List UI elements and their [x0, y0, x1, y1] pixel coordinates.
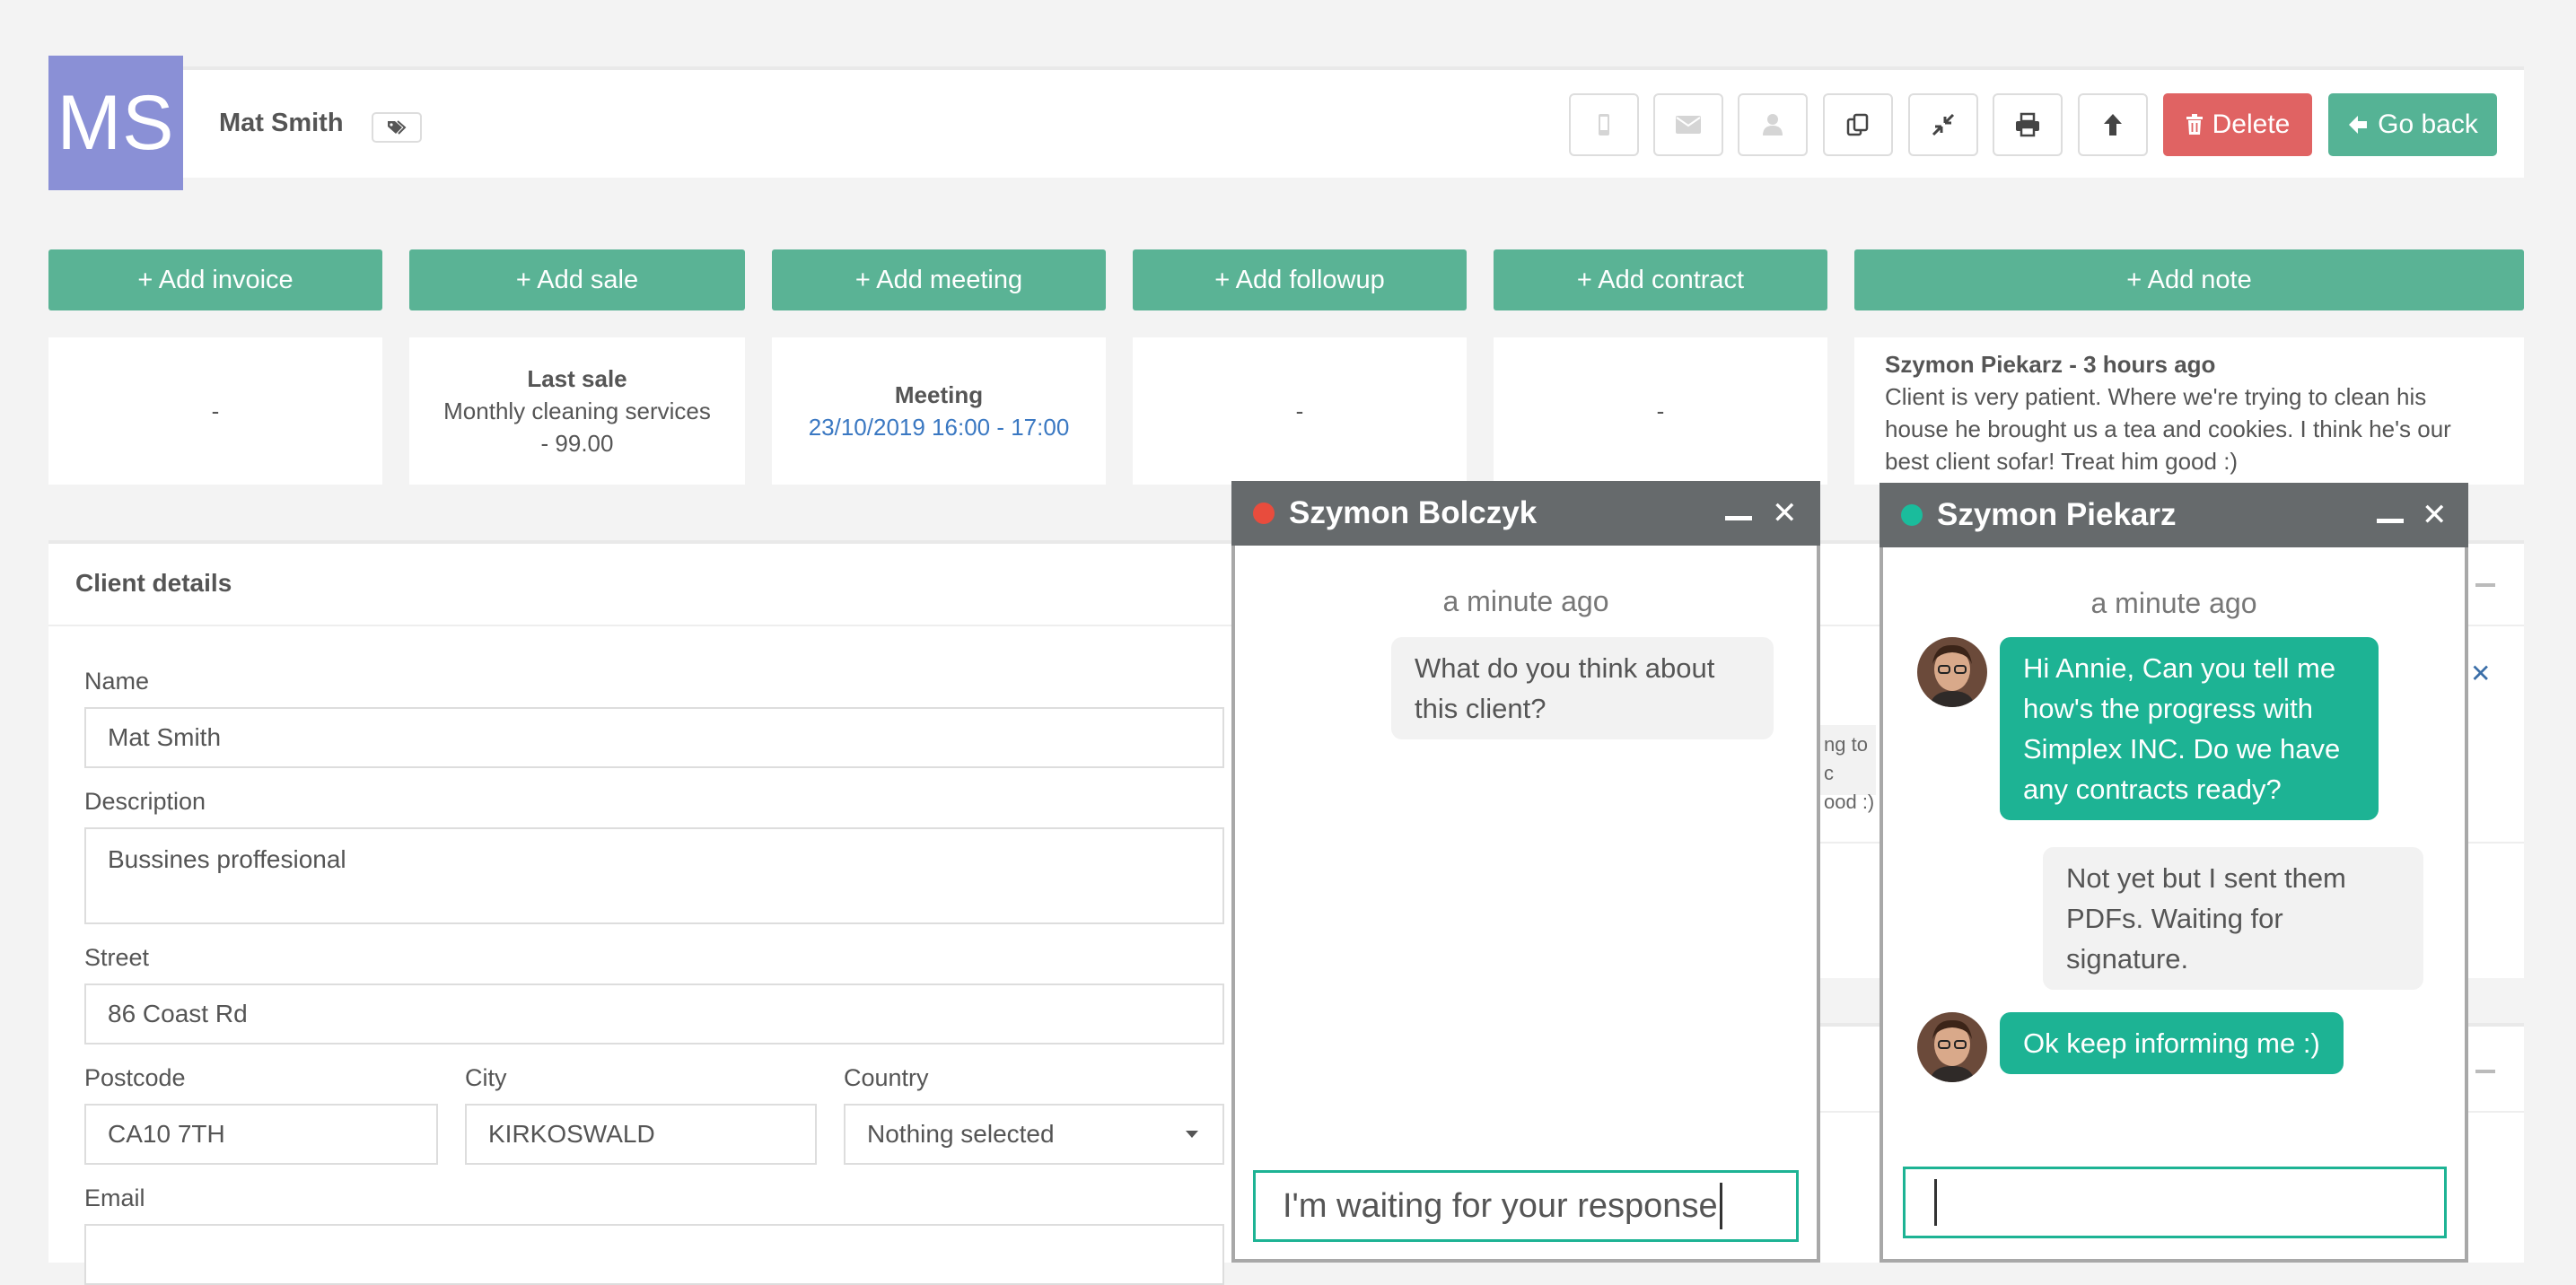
- name-label: Name: [84, 668, 150, 695]
- panel-collapse-icon[interactable]: [2475, 1070, 2495, 1073]
- delete-button[interactable]: Delete: [2163, 93, 2312, 156]
- chat-header[interactable]: Szymon Piekarz: [1879, 483, 2468, 547]
- panel-collapse-icon[interactable]: [2475, 583, 2495, 587]
- add-note-button[interactable]: + Add note: [1854, 249, 2524, 310]
- latest-note-card: Szymon Piekarz - 3 hours ago Client is v…: [1854, 337, 2524, 485]
- client-avatar: MS: [48, 56, 183, 190]
- add-meeting-button[interactable]: + Add meeting: [772, 249, 1106, 310]
- caret-down-icon: [1186, 1131, 1198, 1138]
- followup-summary-value: -: [1295, 398, 1304, 424]
- postcode-input[interactable]: CA10 7TH: [84, 1104, 438, 1165]
- chat-header[interactable]: Szymon Bolczyk: [1231, 481, 1820, 546]
- mobile-phone-icon: [1599, 114, 1609, 135]
- last-sale-title: Last sale: [527, 365, 627, 392]
- description-textarea[interactable]: Bussines proffesional: [84, 827, 1224, 924]
- street-input[interactable]: 86 Coast Rd: [84, 983, 1224, 1045]
- meeting-title: Meeting: [894, 381, 984, 408]
- invoice-summary-card: -: [48, 337, 382, 485]
- envelope-icon: [1676, 116, 1701, 134]
- arrow-left-icon: [2349, 116, 2368, 134]
- chat-contact-name: Szymon Piekarz: [1937, 497, 2177, 532]
- status-offline-dot: [1253, 503, 1275, 524]
- trash-icon: [2186, 114, 2203, 135]
- go-back-label: Go back: [2378, 109, 2478, 139]
- chat-message: Hi Annie, Can you tell me how's the prog…: [2000, 637, 2379, 820]
- print-button[interactable]: [1993, 93, 2063, 156]
- contract-summary-value: -: [1656, 398, 1665, 424]
- chat-message: What do you think about this client?: [1391, 637, 1774, 739]
- client-name: Mat Smith: [219, 109, 344, 137]
- postcode-label: Postcode: [84, 1064, 186, 1091]
- chat-timestamp: a minute ago: [2090, 587, 2257, 619]
- delete-label: Delete: [2212, 109, 2291, 139]
- description-label: Description: [84, 788, 206, 815]
- tag-icon: [388, 120, 407, 135]
- go-back-button[interactable]: Go back: [2328, 93, 2497, 156]
- country-label: Country: [844, 1064, 929, 1091]
- chat-message: Ok keep informing me :): [2000, 1012, 2344, 1074]
- followup-summary-card: -: [1133, 337, 1467, 485]
- invoice-summary-value: -: [211, 398, 220, 424]
- country-selected-value: Nothing selected: [867, 1120, 1055, 1148]
- phone-button[interactable]: [1569, 93, 1639, 156]
- hidden-note-line-1: ng to c: [1824, 733, 1868, 784]
- arrow-up-icon: [2104, 114, 2122, 135]
- email-label: Email: [84, 1184, 145, 1211]
- close-icon[interactable]: ✕: [2470, 659, 2491, 688]
- last-sale-amount: - 99.00: [540, 430, 614, 457]
- person-photo-icon: [1917, 637, 1987, 707]
- chat-timestamp: a minute ago: [1442, 585, 1609, 617]
- last-sale-card: Last sale Monthly cleaning services - 99…: [409, 337, 745, 485]
- add-followup-button[interactable]: + Add followup: [1133, 249, 1467, 310]
- print-icon: [2016, 112, 2039, 137]
- compress-icon: [1932, 113, 1955, 136]
- name-input[interactable]: Mat Smith: [84, 707, 1224, 768]
- country-select[interactable]: Nothing selected: [844, 1104, 1224, 1165]
- note-author: Szymon Piekarz - 3 hours ago: [1885, 351, 2216, 378]
- close-icon[interactable]: ✕: [1772, 495, 1798, 531]
- add-sale-button[interactable]: + Add sale: [409, 249, 745, 310]
- sender-avatar: [1917, 637, 1987, 707]
- client-details-title: Client details: [75, 569, 232, 597]
- add-contract-button[interactable]: + Add contract: [1494, 249, 1827, 310]
- text-caret: [1719, 1183, 1722, 1229]
- meeting-card: Meeting 23/10/2019 16:00 - 17:00: [772, 337, 1106, 485]
- copy-icon: [1846, 113, 1869, 136]
- user-icon: [1763, 114, 1783, 135]
- text-caret: [1934, 1179, 1937, 1226]
- email-input[interactable]: [84, 1224, 1224, 1285]
- chat-contact-name: Szymon Bolczyk: [1289, 495, 1538, 530]
- minimize-icon[interactable]: [1725, 516, 1752, 520]
- minimize-icon[interactable]: [2377, 519, 2404, 523]
- copy-button[interactable]: [1823, 93, 1893, 156]
- chat-message: Not yet but I sent them PDFs. Waiting fo…: [2043, 847, 2423, 990]
- city-input[interactable]: KIRKOSWALD: [465, 1104, 817, 1165]
- contract-summary-card: -: [1494, 337, 1827, 485]
- meeting-time-link[interactable]: 23/10/2019 16:00 - 17:00: [809, 411, 1070, 443]
- last-sale-description: Monthly cleaning services: [443, 398, 711, 424]
- hidden-note-line-2: ood :): [1824, 791, 1875, 813]
- compress-button[interactable]: [1908, 93, 1978, 156]
- note-text: Client is very patient. Where we're tryi…: [1885, 383, 2451, 475]
- add-invoice-button[interactable]: + Add invoice: [48, 249, 382, 310]
- status-online-dot: [1901, 504, 1923, 526]
- tag-button[interactable]: [372, 112, 422, 143]
- close-icon[interactable]: ✕: [2422, 497, 2448, 533]
- chat-message-input[interactable]: [1903, 1167, 2447, 1238]
- email-button[interactable]: [1653, 93, 1723, 156]
- city-label: City: [465, 1064, 507, 1091]
- person-photo-icon: [1917, 1012, 1987, 1082]
- user-button[interactable]: [1738, 93, 1808, 156]
- scroll-top-button[interactable]: [2078, 93, 2148, 156]
- sender-avatar: [1917, 1012, 1987, 1082]
- chat-message-input[interactable]: I'm waiting for your response: [1253, 1170, 1799, 1242]
- street-label: Street: [84, 944, 150, 971]
- chat-input-value: I'm waiting for your response: [1283, 1186, 1718, 1225]
